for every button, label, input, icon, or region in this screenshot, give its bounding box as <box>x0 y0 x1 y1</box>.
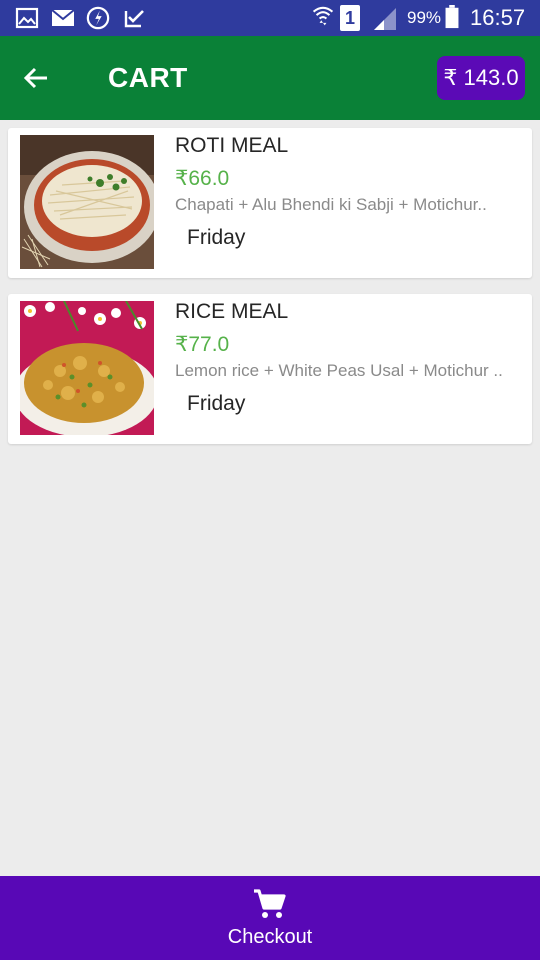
app-bar: CART ₹ 143.0 <box>0 36 540 120</box>
task-icon <box>124 10 144 28</box>
signal-icon <box>374 8 396 30</box>
gallery-icon <box>15 7 39 29</box>
meal-description: Lemon rice + White Peas Usal + Motichur … <box>175 361 503 380</box>
battery-percent: 99% <box>407 8 442 27</box>
meal-price: ₹66.0 <box>175 167 230 190</box>
meal-image-roti <box>20 135 154 269</box>
cart-total-badge[interactable]: ₹ 143.0 <box>437 56 525 100</box>
mail-icon <box>51 9 75 26</box>
sim-icon: 1 <box>340 5 360 31</box>
clock: 16:57 <box>470 5 526 30</box>
battery-icon <box>445 5 459 29</box>
checkout-button[interactable]: Checkout <box>0 876 540 960</box>
wifi-icon <box>312 6 334 26</box>
meal-day: Friday <box>187 392 246 415</box>
cart-item-rice-meal[interactable]: RICE MEAL ₹77.0 Lemon rice + White Peas … <box>8 294 532 444</box>
arrow-left-icon <box>23 67 47 89</box>
meal-image-rice <box>20 301 154 435</box>
meal-name: ROTI MEAL <box>175 134 289 157</box>
checkout-label: Checkout <box>227 926 313 948</box>
meal-day: Friday <box>187 226 246 249</box>
meal-name: RICE MEAL <box>175 300 289 323</box>
back-button[interactable] <box>16 58 56 98</box>
shopping-cart-icon <box>254 889 286 918</box>
meal-price: ₹77.0 <box>175 333 230 356</box>
freecharge-icon <box>86 6 110 30</box>
cart-item-roti-meal[interactable]: ROTI MEAL ₹66.0 Chapati + Alu Bhendi ki … <box>8 128 532 278</box>
page-title: CART <box>108 62 188 93</box>
status-bar: 1 99% 16:57 <box>0 0 540 36</box>
meal-description: Chapati + Alu Bhendi ki Sabji + Motichur… <box>175 195 487 214</box>
sim-slot-number: 1 <box>344 8 355 28</box>
